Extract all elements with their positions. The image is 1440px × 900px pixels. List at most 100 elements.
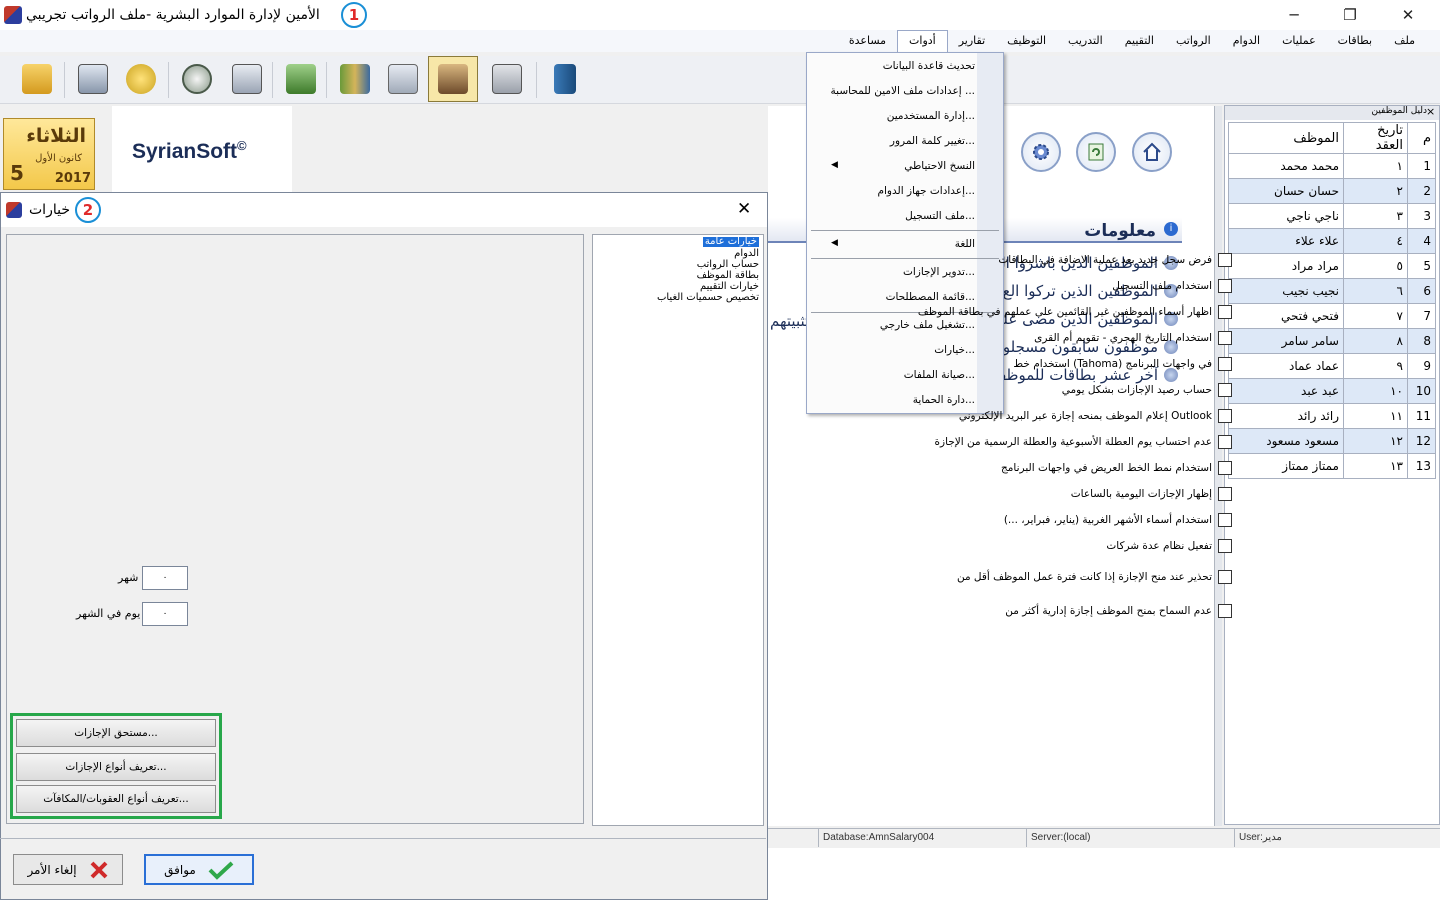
- warn-months-input[interactable]: ٠: [142, 566, 188, 590]
- option-multi-company[interactable]: تفعيل نظام عدة شركات: [1106, 539, 1232, 553]
- menu-item-language[interactable]: اللغة: [955, 238, 975, 250]
- table-row[interactable]: 13 ١٣ ممتاز ممتاز: [1228, 453, 1436, 479]
- minimize-button[interactable]: ─: [1280, 4, 1308, 26]
- leave-types-button[interactable]: تعريف أنواع الإجازات...: [16, 753, 216, 781]
- menu-item-update-db[interactable]: تحديث قاعدة البيانات: [883, 60, 975, 72]
- table-row[interactable]: 8 ٨ سامر سامر: [1228, 328, 1436, 354]
- menu-item-options[interactable]: خيارات...: [934, 344, 975, 356]
- checkbox[interactable]: [1218, 435, 1232, 449]
- category-general[interactable]: خيارات عامة: [702, 237, 759, 247]
- menu-item-run-external[interactable]: تشغيل ملف خارجي...: [880, 319, 975, 331]
- team-icon[interactable]: [428, 56, 478, 102]
- checkbox[interactable]: [1218, 604, 1232, 618]
- column-header-number[interactable]: م: [1407, 122, 1436, 154]
- checkbox[interactable]: [1218, 305, 1232, 319]
- exit-icon[interactable]: [542, 56, 588, 102]
- calendar-clock-icon[interactable]: [224, 56, 270, 102]
- calculator-icon[interactable]: [484, 56, 530, 102]
- table-row[interactable]: 2 ٢ حسان حسان: [1228, 178, 1436, 204]
- option-tahoma-font[interactable]: استخدام خط (Tahoma) في واجهات البرنامج: [1013, 357, 1232, 371]
- menu-item-attendance-device[interactable]: إعدادات جهاز الدوام...: [878, 185, 976, 197]
- documents-icon[interactable]: [380, 56, 426, 102]
- leave-entitlement-button[interactable]: مستحق الإجازات...: [16, 719, 216, 747]
- table-row[interactable]: 11 ١١ رائد رائد: [1228, 403, 1436, 429]
- menu-help[interactable]: مساعدة: [838, 30, 897, 52]
- menu-item-accounting-settings[interactable]: إعدادات ملف الامين للمحاسبة ...: [831, 85, 975, 97]
- clock-icon[interactable]: [174, 56, 220, 102]
- menu-item-leave-rotation[interactable]: تدوير الإجازات...: [903, 266, 975, 278]
- option-use-log-file[interactable]: استخدام ملف التسجيل: [1112, 279, 1232, 293]
- menu-item-protection[interactable]: دارة الحماية...: [913, 394, 975, 406]
- column-header-contract-date[interactable]: تاريخ العقد: [1343, 122, 1408, 154]
- checkbox[interactable]: [1218, 539, 1232, 553]
- add-user-icon[interactable]: [118, 56, 164, 102]
- table-row[interactable]: 4 ٤ علاء علاء: [1228, 228, 1436, 254]
- option-force-new-record[interactable]: فرض سجل جديد بعد عملية الاضافة في البطاق…: [998, 253, 1232, 267]
- menu-cards[interactable]: بطاقات: [1327, 30, 1383, 52]
- menu-recruitment[interactable]: التوظيف: [996, 30, 1057, 52]
- category-absence-deductions[interactable]: تخصيص حسميات الغياب: [657, 293, 759, 303]
- table-row[interactable]: 7 ٧ فتحي فتحي: [1228, 303, 1436, 329]
- menu-item-file-maintenance[interactable]: صيانة الملفات...: [904, 369, 975, 381]
- option-hijri-date[interactable]: استخدام التاريخ الهجري - تقويم أم القرى: [1034, 331, 1232, 345]
- checkbox[interactable]: [1218, 487, 1232, 501]
- menu-operations[interactable]: عمليات: [1271, 30, 1327, 52]
- checkbox[interactable]: [1218, 570, 1232, 584]
- table-row[interactable]: 9 ٩ عماد عماد: [1228, 353, 1436, 379]
- checkbox[interactable]: [1218, 279, 1232, 293]
- option-limit-admin-leave[interactable]: عدم السماح بمنح الموظف إجازة إدارية أكثر…: [1005, 604, 1232, 618]
- menu-item-users[interactable]: إدارة المستخدمين...: [887, 110, 975, 122]
- menu-attendance[interactable]: الدوام: [1222, 30, 1271, 52]
- checkbox[interactable]: [1218, 409, 1232, 423]
- category-employee-card[interactable]: بطاقة الموظف: [697, 271, 759, 281]
- checkbox[interactable]: [1218, 357, 1232, 371]
- checkbox[interactable]: [1218, 513, 1232, 527]
- ok-button[interactable]: موافق: [144, 854, 254, 885]
- money-icon[interactable]: [278, 56, 324, 102]
- menu-item-log-file[interactable]: ملف التسجيل...: [905, 210, 975, 222]
- table-row[interactable]: 10 ١٠ عبد عبد: [1228, 378, 1436, 404]
- option-hourly-leaves[interactable]: إظهار الإجازات اليومية بالساعات: [1071, 487, 1232, 501]
- table-row[interactable]: 6 ٦ نجيب نجيب: [1228, 278, 1436, 304]
- penalty-types-button[interactable]: تعريف أنواع العقوبات/المكافآت...: [16, 785, 216, 813]
- menu-item-backup[interactable]: النسخ الاحتياطي: [904, 160, 975, 172]
- menu-tools[interactable]: أدوات: [897, 30, 948, 52]
- employee-card-icon[interactable]: [70, 56, 116, 102]
- limit-days-input[interactable]: ٠: [142, 602, 188, 626]
- option-daily-leave-balance[interactable]: حساب رصيد الإجازات بشكل يومي: [1062, 383, 1232, 397]
- refresh-icon[interactable]: [1076, 132, 1116, 172]
- checkbox[interactable]: [1218, 461, 1232, 475]
- category-evaluation[interactable]: خيارات التقييم: [700, 282, 759, 292]
- option-warn-short-service[interactable]: تحذير عند منح الإجازة إذا كانت فترة عمل …: [957, 570, 1232, 584]
- menu-training[interactable]: التدريب: [1057, 30, 1114, 52]
- menu-item-change-password[interactable]: تغيير كلمة المرور...: [890, 135, 975, 147]
- books-icon[interactable]: [332, 56, 378, 102]
- menu-reports[interactable]: تقارير: [948, 30, 996, 52]
- table-row[interactable]: 5 ٥ مراد مراد: [1228, 253, 1436, 279]
- option-outlook-notify[interactable]: إعلام الموظف بمنحه إجازة عبر البريد الإل…: [959, 409, 1232, 423]
- menu-evaluation[interactable]: التقييم: [1114, 30, 1165, 52]
- option-western-months[interactable]: استخدام أسماء الأشهر الغربية (يناير، فبر…: [1004, 513, 1232, 527]
- settings-icon[interactable]: [1021, 132, 1061, 172]
- option-bold-font[interactable]: استخدام نمط الخط العريض في واجهات البرنا…: [1001, 461, 1232, 475]
- menu-salaries[interactable]: الرواتب: [1165, 30, 1222, 52]
- dialog-close-button[interactable]: ✕: [737, 199, 751, 219]
- menu-file[interactable]: ملف: [1383, 30, 1426, 52]
- category-attendance[interactable]: الدوام: [734, 249, 759, 259]
- category-payroll[interactable]: حساب الرواتب: [697, 260, 759, 270]
- checkbox[interactable]: [1218, 331, 1232, 345]
- cancel-button[interactable]: إلغاء الأمر: [13, 854, 123, 885]
- menu-item-terms[interactable]: قائمة المصطلحات...: [886, 291, 975, 303]
- table-row[interactable]: 1 ١ محمد محمد: [1228, 153, 1436, 179]
- table-row[interactable]: 12 ١٢ مسعود مسعود: [1228, 428, 1436, 454]
- option-show-inactive-employees[interactable]: اظهار أسماء الموظفين غير القائمين على عم…: [918, 305, 1232, 319]
- home-icon[interactable]: [1132, 132, 1172, 172]
- checkbox[interactable]: [1218, 253, 1232, 267]
- table-row[interactable]: 3 ٣ ناجي ناجي: [1228, 203, 1436, 229]
- option-exclude-holidays[interactable]: عدم احتساب يوم العطلة الأسبوعية والعطلة …: [935, 435, 1232, 449]
- maximize-button[interactable]: ❐: [1336, 4, 1364, 26]
- column-header-employee[interactable]: الموظف: [1228, 122, 1344, 154]
- checkbox[interactable]: [1218, 383, 1232, 397]
- close-icon[interactable]: ×: [1426, 105, 1435, 118]
- close-button[interactable]: ✕: [1394, 4, 1422, 26]
